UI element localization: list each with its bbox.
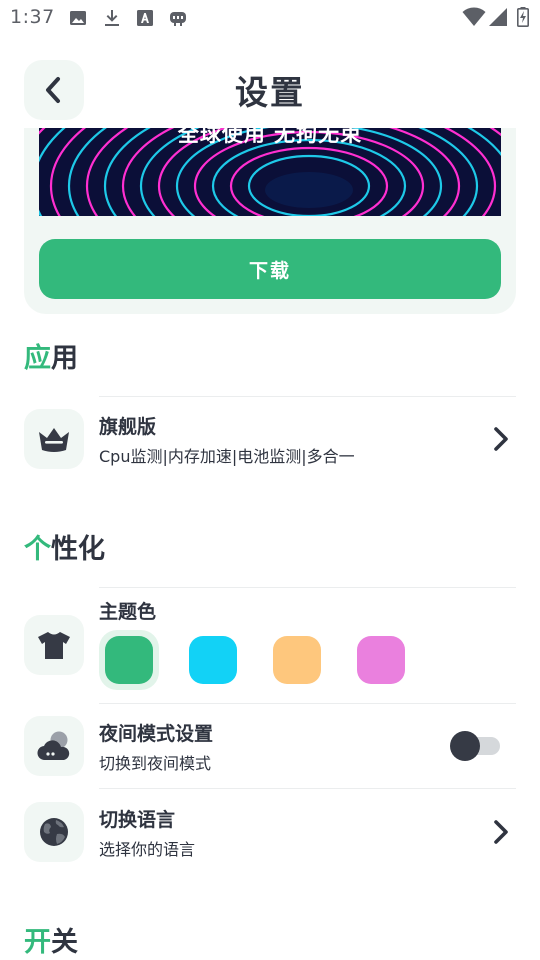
theme-title: 主题色	[99, 601, 157, 623]
theme-swatch-orange[interactable]	[273, 636, 321, 684]
flagship-subtitle: Cpu监测|内存加速|电池监测|多合一	[99, 447, 355, 466]
font-icon	[137, 10, 153, 26]
section-title-personalize: 个性化	[24, 527, 105, 566]
battery-charging-icon	[517, 7, 529, 27]
section-title-apps: 应用	[24, 336, 78, 375]
night-mode-toggle[interactable]	[450, 731, 500, 761]
language-icon-box	[24, 802, 84, 862]
section-title-switches: 开关	[24, 920, 78, 959]
download-icon	[105, 10, 119, 26]
tshirt-icon	[38, 632, 70, 659]
chevron-right-icon	[494, 427, 508, 451]
divider	[99, 587, 516, 588]
night-mode-subtitle: 切换到夜间模式	[99, 754, 212, 773]
status-bar: 1:37	[0, 0, 540, 36]
night-mode-title: 夜间模式设置	[99, 723, 214, 745]
section-title-personalize-rest: 性化	[51, 534, 105, 565]
flagship-title: 旗舰版	[99, 416, 157, 438]
theme-swatch-green[interactable]	[105, 636, 153, 684]
game-controller-icon	[170, 12, 186, 26]
image-icon	[70, 11, 86, 25]
divider	[99, 703, 516, 704]
wifi-icon	[462, 7, 486, 26]
theme-swatch-cyan[interactable]	[189, 636, 237, 684]
banner-caption: 全球使用 无拘无束	[177, 128, 363, 146]
page-title: 设置	[235, 73, 305, 112]
moon-cloud-icon	[37, 731, 70, 761]
banner-image[interactable]: 全球使用 无拘无束	[39, 128, 501, 216]
theme-icon-box	[24, 615, 84, 675]
divider	[99, 396, 516, 397]
cellular-signal-icon	[489, 8, 507, 26]
chevron-right-icon	[494, 820, 508, 844]
theme-swatch-pink[interactable]	[357, 636, 405, 684]
status-time: 1:37	[10, 6, 55, 28]
toggle-knob	[450, 731, 480, 761]
section-title-apps-rest: 用	[51, 343, 78, 374]
download-button[interactable]: 下载	[39, 239, 501, 299]
section-title-apps-accent: 应	[24, 343, 51, 374]
crown-icon	[39, 428, 69, 452]
divider	[99, 788, 516, 789]
language-title: 切换语言	[99, 809, 176, 831]
section-title-switches-accent: 开	[24, 927, 51, 958]
section-title-personalize-accent: 个	[24, 534, 51, 565]
section-title-switches-rest: 关	[51, 927, 78, 958]
language-subtitle: 选择你的语言	[99, 840, 196, 859]
flagship-icon-box	[24, 409, 84, 469]
globe-icon	[40, 818, 68, 846]
night-mode-icon-box	[24, 716, 84, 776]
